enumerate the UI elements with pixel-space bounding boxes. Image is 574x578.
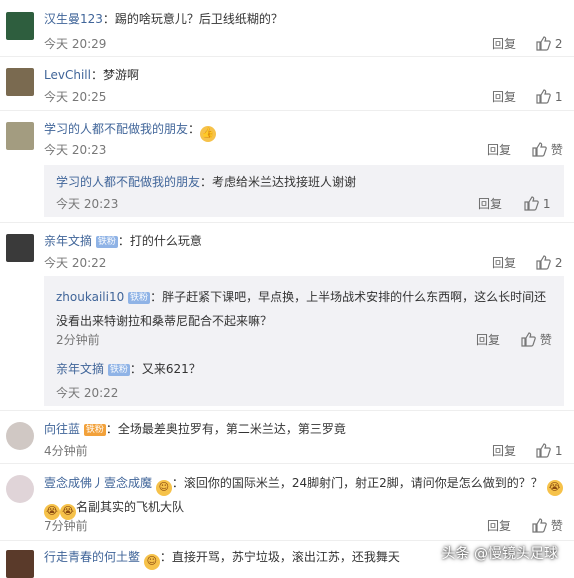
like-count: 2: [554, 37, 563, 51]
like-label: 赞: [550, 519, 563, 533]
divider: [0, 110, 574, 111]
comment-text: ：滚回你的国际米兰，24脚射门，射正2脚，请问你是怎么做到的？？: [171, 476, 543, 490]
divider: [0, 540, 574, 541]
timestamp: 今天 20:22: [44, 256, 107, 270]
like-button[interactable]: 1: [535, 442, 562, 458]
fan-badge: 铁粉: [128, 292, 151, 304]
fan-badge: 铁粉: [83, 424, 106, 436]
reply-button[interactable]: 回复: [492, 35, 516, 52]
thumb-up-icon: [536, 255, 551, 270]
comment-text: ：全场最差奥拉罗有，第二米兰达，第三罗竟: [105, 422, 346, 436]
thumb-up-icon: [532, 518, 547, 533]
reply-text: ：胖子赶紧下课吧，早点换，上半场战术安排的什么东西啊，这么长时间还: [150, 290, 547, 304]
timestamp: 7分钟前: [44, 519, 88, 533]
like-count: 2: [554, 256, 563, 270]
reply-thread: zhoukaili10 铁粉 ：胖子赶紧下课吧，早点换，上半场战术安排的什么东西啊…: [44, 276, 564, 406]
reply-text: ：又来621？: [129, 362, 201, 376]
watermark: 头条 @慢镜头足球: [441, 546, 558, 562]
comment-text: ：直接开骂，苏宁垃圾，滚出江苏，还我舞天: [159, 550, 400, 564]
timestamp: 4分钟前: [44, 444, 88, 458]
fan-badge: 铁粉: [95, 236, 118, 248]
avatar[interactable]: [6, 422, 34, 450]
like-count: 1: [554, 90, 563, 104]
like-label: 赞: [550, 143, 563, 157]
reply-text: ：考虑给米兰达找接班人谢谢: [200, 175, 357, 189]
comment-text: 踢的啥玩意儿？后卫线纸糊的？: [114, 12, 283, 26]
avatar[interactable]: [6, 550, 34, 578]
reply-text-continued: 没看出来特谢拉和桑蒂尼配合不起来嘛？: [56, 314, 273, 328]
like-button[interactable]: 2: [535, 254, 562, 270]
timestamp: 今天 20:22: [56, 386, 119, 400]
divider: [0, 56, 574, 57]
reply-button[interactable]: 回复: [487, 517, 511, 534]
reply-button[interactable]: 回复: [476, 331, 500, 348]
username-link[interactable]: 汉生曼123: [44, 12, 103, 26]
timestamp: 今天 20:23: [56, 197, 119, 211]
thumbs-up-emoji-icon: 👍: [200, 126, 217, 142]
username-link[interactable]: 学习的人都不配做我的朋友: [44, 122, 188, 136]
comment-text: 梦游啊: [102, 68, 139, 82]
reply-button[interactable]: 回复: [487, 141, 511, 158]
reply-button[interactable]: 回复: [492, 88, 516, 105]
username-link[interactable]: 行走青春的何土鳖: [44, 550, 140, 564]
thumb-up-icon: [521, 332, 536, 347]
reply-button[interactable]: 回复: [492, 442, 516, 459]
like-label: 赞: [539, 333, 552, 347]
comment-text: ：打的什么玩意: [117, 234, 202, 248]
like-count: 1: [554, 444, 563, 458]
divider: [0, 410, 574, 411]
username-link[interactable]: zhoukaili10: [56, 290, 124, 304]
like-button[interactable]: 赞: [520, 331, 552, 348]
avatar[interactable]: [6, 475, 34, 503]
like-button[interactable]: 1: [523, 195, 550, 211]
timestamp: 今天 20:29: [44, 37, 107, 51]
thumb-up-icon: [536, 443, 551, 458]
username-link[interactable]: 亲年文摘: [56, 362, 104, 376]
reply-thread: 学习的人都不配做我的朋友：考虑给米兰达找接班人谢谢 今天 20:23 回复 1: [44, 165, 564, 217]
avatar[interactable]: [6, 68, 34, 96]
username-link[interactable]: 亲年文摘: [44, 234, 92, 248]
username-link[interactable]: 向往蓝: [44, 422, 80, 436]
fan-badge: 铁粉: [107, 364, 130, 376]
avatar[interactable]: [6, 12, 34, 40]
like-button[interactable]: 赞: [531, 517, 563, 534]
divider: [0, 463, 574, 464]
thumb-up-icon: [536, 36, 551, 51]
face-emoji-icon: ☺: [143, 554, 160, 570]
timestamp: 今天 20:23: [44, 143, 107, 157]
username-link[interactable]: 壹念成佛丿壹念成魔: [44, 476, 152, 490]
avatar[interactable]: [6, 234, 34, 262]
like-button[interactable]: 赞: [531, 141, 563, 158]
crying-emoji-icon: 😭: [546, 480, 563, 496]
avatar[interactable]: [6, 122, 34, 150]
face-emoji-icon: ☺: [155, 480, 172, 496]
reply-button[interactable]: 回复: [478, 195, 502, 212]
thumb-up-icon: [536, 89, 551, 104]
like-button[interactable]: 1: [535, 88, 562, 104]
like-count: 1: [542, 197, 551, 211]
timestamp: 2分钟前: [56, 333, 100, 347]
reply-button[interactable]: 回复: [492, 254, 516, 271]
like-button[interactable]: 2: [535, 35, 562, 51]
username-link[interactable]: 学习的人都不配做我的朋友: [56, 175, 200, 189]
username-link[interactable]: LevChill: [44, 68, 91, 82]
comment-text-continued: 名副其实的飞机大队: [76, 500, 185, 514]
thumb-up-icon: [532, 142, 547, 157]
thumb-up-icon: [524, 196, 539, 211]
timestamp: 今天 20:25: [44, 90, 107, 104]
divider: [0, 222, 574, 223]
